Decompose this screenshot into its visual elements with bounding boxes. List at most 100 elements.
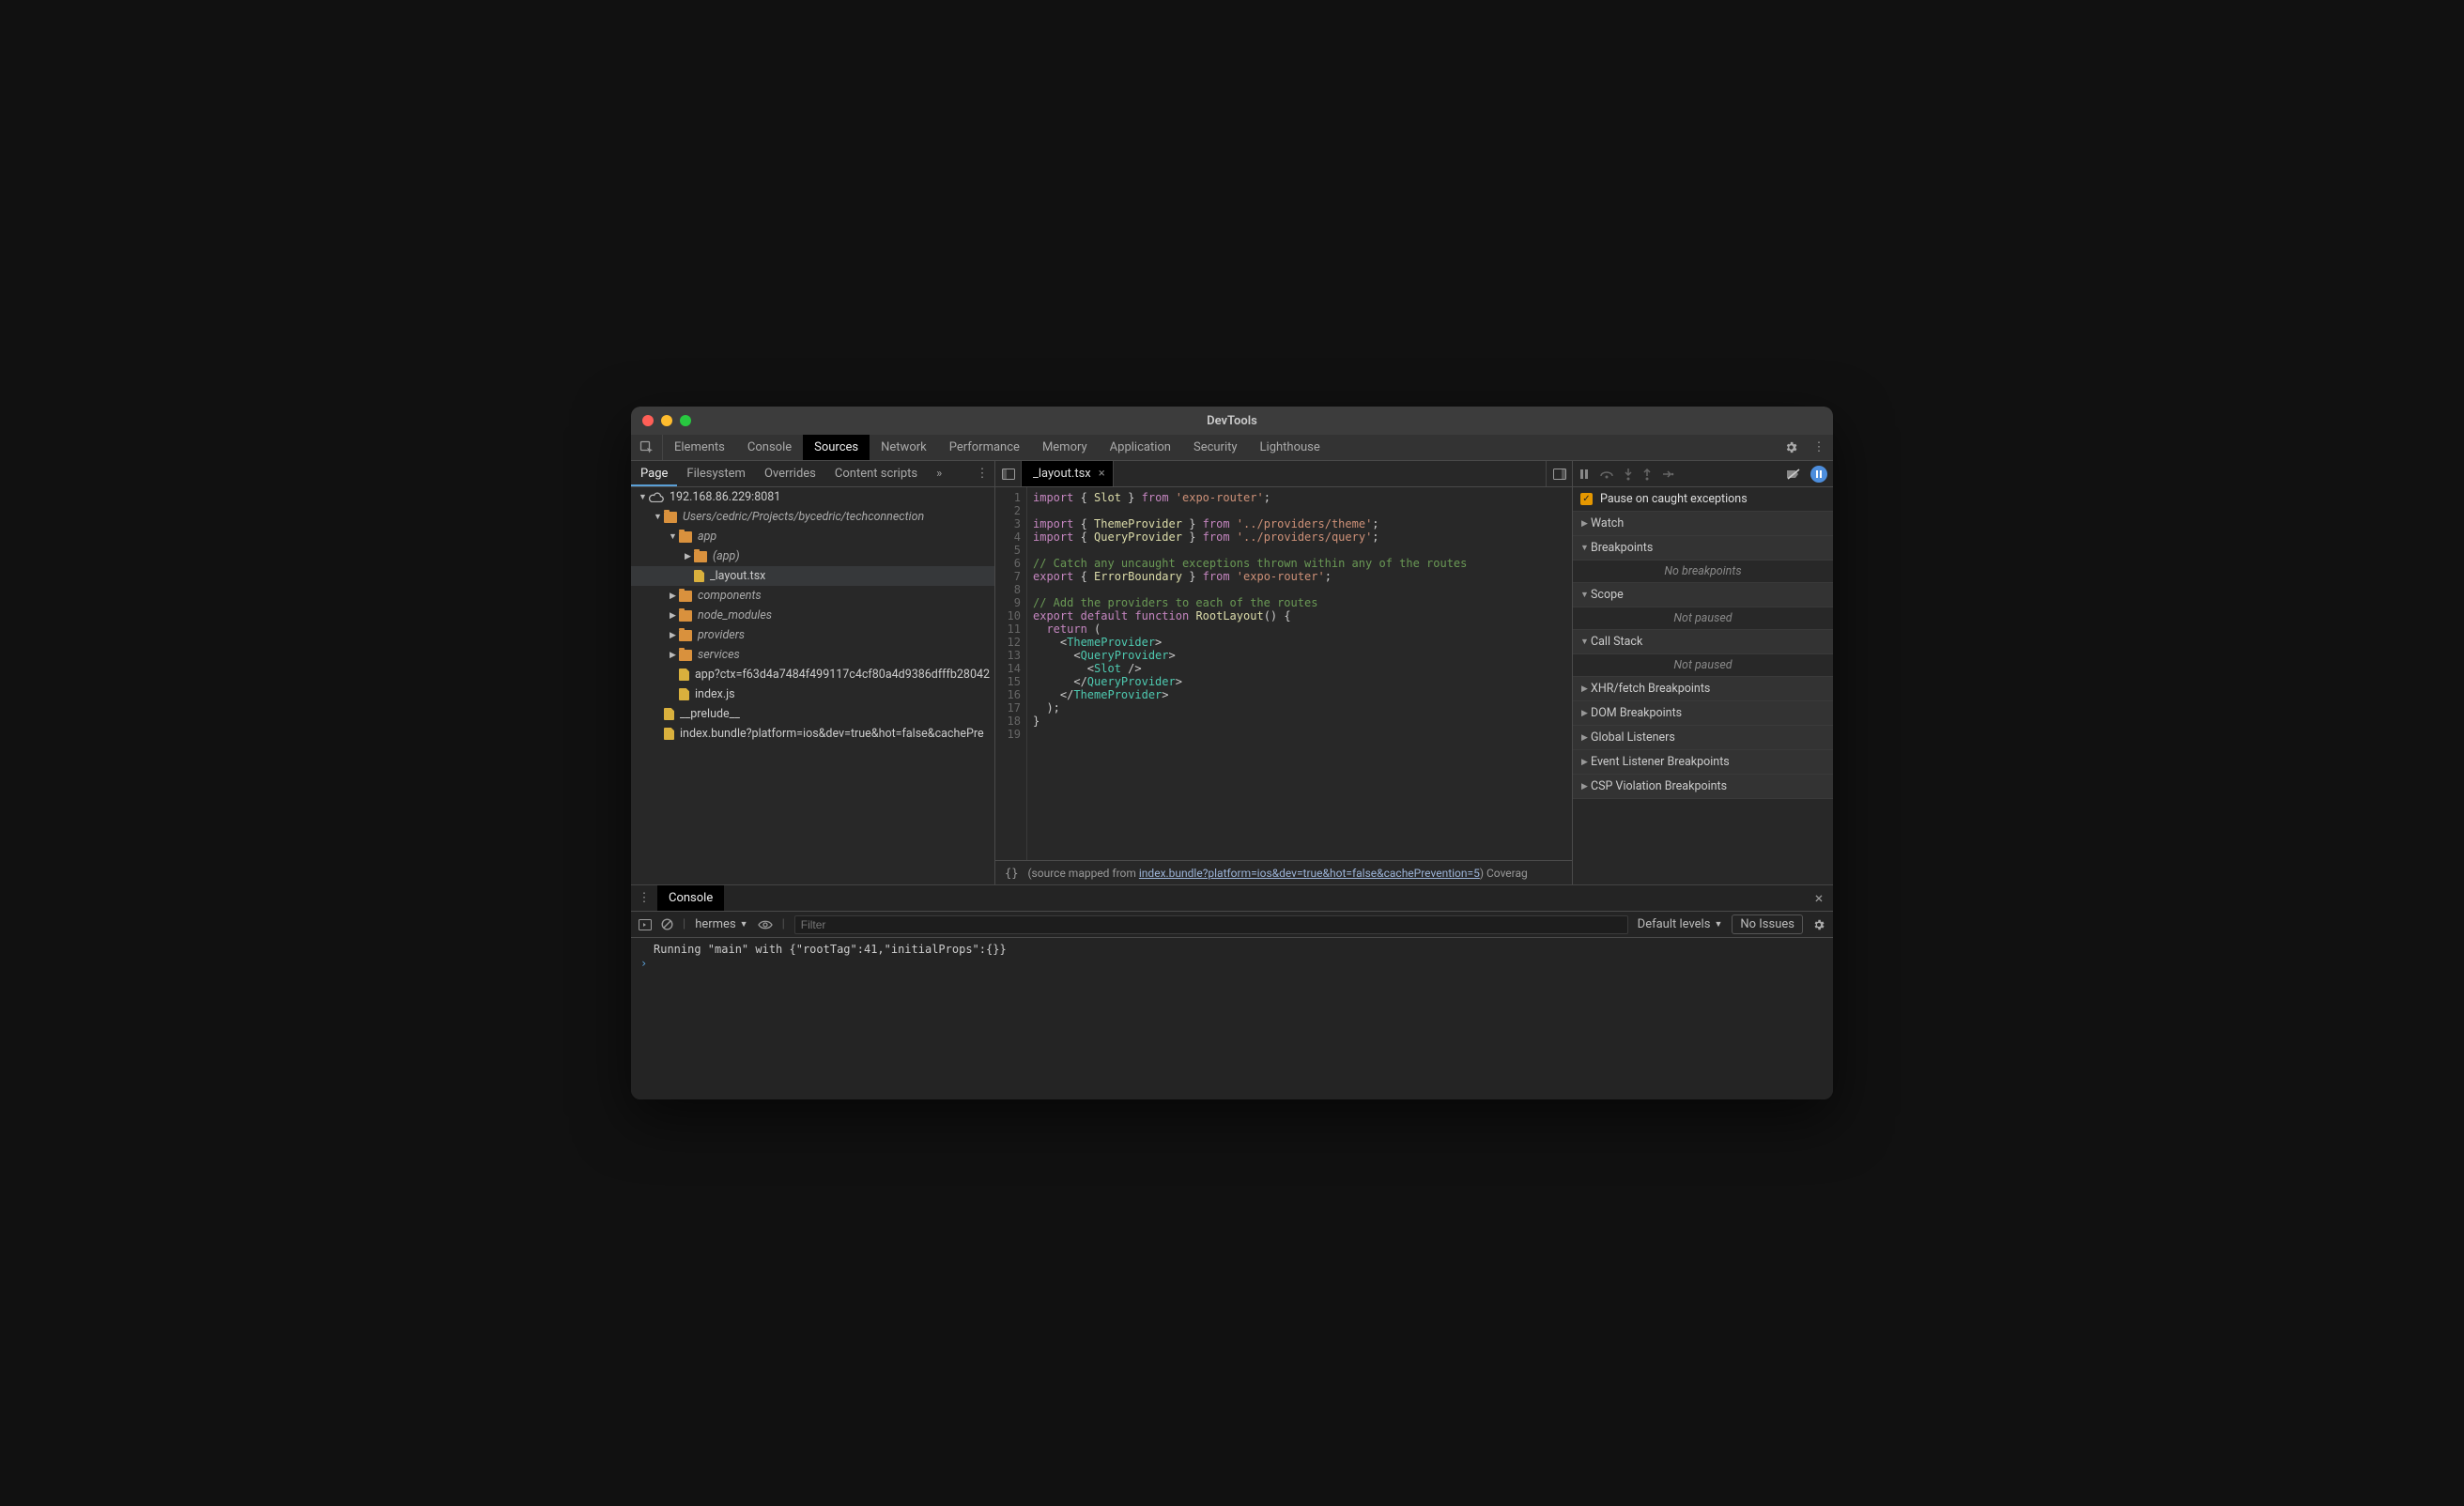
console-settings-button[interactable] [1812,918,1825,931]
folder-icon [679,591,692,602]
sources-panel: PageFilesystemOverridesContent scripts »… [631,461,1833,885]
main-tab-elements[interactable]: Elements [663,435,736,460]
navigator-tab-filesystem[interactable]: Filesystem [677,461,755,486]
file-icon [664,728,674,740]
event-bp-section[interactable]: ▶Event Listener Breakpoints [1573,750,1833,775]
tree-item-label: index.js [695,687,735,701]
tree-item-label: services [698,648,740,662]
dom-bp-section[interactable]: ▶DOM Breakpoints [1573,701,1833,726]
maximize-window-button[interactable] [680,415,691,426]
tree-item-label: node_modules [698,608,772,622]
execution-context-selector[interactable]: hermes▼ [695,917,747,931]
tree-item-label: Users/cedric/Projects/bycedric/techconne… [683,510,924,524]
step-into-button[interactable] [1624,468,1633,481]
drawer-tab-console[interactable]: Console [657,885,724,911]
step-button[interactable] [1661,469,1674,480]
tree-file-index-js[interactable]: index.js [631,684,994,704]
navigator-tab-overrides[interactable]: Overrides [755,461,825,486]
step-out-button[interactable] [1642,468,1652,481]
tree-folder-components[interactable]: ▶components [631,586,994,606]
clear-console-button[interactable] [661,918,673,930]
main-tab-lighthouse[interactable]: Lighthouse [1249,435,1332,460]
tree-file-prelude[interactable]: __prelude__ [631,704,994,724]
drawer-menu-button[interactable]: ⋮ [631,885,657,911]
tree-item-label: (app) [713,549,740,563]
source-map-link[interactable]: index.bundle?platform=ios&dev=true&hot=f… [1139,867,1480,880]
watch-section[interactable]: ▶Watch [1573,512,1833,536]
editor-pane: _layout.tsx × 12345678910111213141516171… [995,461,1572,884]
file-tree: ▼192.168.86.229:8081▼Users/cedric/Projec… [631,487,994,884]
breakpoints-section[interactable]: ▼Breakpoints [1573,536,1833,561]
pause-button[interactable] [1578,469,1590,480]
inspect-element-button[interactable] [631,435,663,460]
tree-origin[interactable]: ▼192.168.86.229:8081 [631,487,994,507]
tree-item-label: 192.168.86.229:8081 [670,490,780,504]
navigator-pane: PageFilesystemOverridesContent scripts »… [631,461,995,884]
pause-on-caught-row[interactable]: ✓ Pause on caught exceptions [1573,487,1833,512]
tree-item-label: app?ctx=f63d4a7484f499117c4cf80a4d9386df… [695,668,990,682]
toggle-navigator-button[interactable] [995,461,1022,486]
tree-folder-providers[interactable]: ▶providers [631,625,994,645]
console-prompt-icon: › [631,957,1833,970]
tree-folder-app-group[interactable]: ▶(app) [631,546,994,566]
toggle-debugger-button[interactable] [1546,461,1572,486]
close-tab-icon[interactable]: × [1099,467,1105,481]
pause-on-caught-label: Pause on caught exceptions [1600,492,1748,506]
pretty-print-icon[interactable]: {} [1005,867,1018,880]
main-tab-security[interactable]: Security [1182,435,1249,460]
navigator-menu[interactable]: ⋮ [970,467,994,481]
editor-tab-layout[interactable]: _layout.tsx × [1022,461,1114,486]
pause-on-exceptions-button[interactable] [1810,466,1827,483]
main-tab-performance[interactable]: Performance [938,435,1031,460]
console-output[interactable]: Running "main" with {"rootTag":41,"initi… [631,938,1833,1099]
cloud-icon [649,492,664,502]
deactivate-breakpoints-button[interactable] [1786,468,1801,481]
tree-item-label: __prelude__ [680,707,740,721]
main-tab-console[interactable]: Console [736,435,803,460]
main-tab-memory[interactable]: Memory [1031,435,1099,460]
navigator-tab-page[interactable]: Page [631,461,677,486]
tree-file-bundle[interactable]: index.bundle?platform=ios&dev=true&hot=f… [631,724,994,744]
live-expression-button[interactable] [758,919,773,930]
main-tab-sources[interactable]: Sources [803,435,870,460]
call-stack-section[interactable]: ▼Call Stack [1573,630,1833,654]
navigator-tab-content-scripts[interactable]: Content scripts [825,461,927,486]
scope-section[interactable]: ▼Scope [1573,583,1833,607]
line-gutter: 12345678910111213141516171819 [995,487,1027,860]
tree-folder-node-modules[interactable]: ▶node_modules [631,606,994,625]
settings-button[interactable] [1777,435,1805,460]
issues-button[interactable]: No Issues [1732,914,1803,934]
editor-tab-label: _layout.tsx [1033,467,1091,481]
navigator-tabs: PageFilesystemOverridesContent scripts »… [631,461,994,487]
code-editor[interactable]: 12345678910111213141516171819 import { S… [995,487,1572,860]
file-icon [694,570,704,582]
folder-icon [664,512,677,523]
tree-folder-app[interactable]: ▼app [631,527,994,546]
minimize-window-button[interactable] [661,415,672,426]
global-listeners-section[interactable]: ▶Global Listeners [1573,726,1833,750]
csp-bp-section[interactable]: ▶CSP Violation Breakpoints [1573,775,1833,799]
tree-folder-services[interactable]: ▶services [631,645,994,665]
tree-item-label: app [698,530,716,544]
main-tab-application[interactable]: Application [1099,435,1182,460]
console-sidebar-toggle[interactable] [639,919,652,930]
tree-item-label: providers [698,628,745,642]
log-levels-selector[interactable]: Default levels▼ [1638,917,1723,931]
main-tab-network[interactable]: Network [870,435,938,460]
console-filter-input[interactable] [794,915,1628,934]
step-over-button[interactable] [1599,469,1614,480]
editor-tabs: _layout.tsx × [995,461,1572,487]
window-controls [642,415,691,426]
tree-file-layout[interactable]: _layout.tsx [631,566,994,586]
tree-file-app-ctx-f63d[interactable]: app?ctx=f63d4a7484f499117c4cf80a4d9386df… [631,665,994,684]
console-drawer: ⋮ Console × | hermes▼ | Default levels▼ … [631,885,1833,1099]
more-menu-button[interactable]: ⋮ [1805,435,1833,460]
devtools-window: DevTools ElementsConsoleSourcesNetworkPe… [631,407,1833,1099]
console-toolbar: | hermes▼ | Default levels▼ No Issues [631,912,1833,938]
debugger-toolbar [1573,461,1833,487]
xhr-bp-section[interactable]: ▶XHR/fetch Breakpoints [1573,677,1833,701]
tree-root-path[interactable]: ▼Users/cedric/Projects/bycedric/techconn… [631,507,994,527]
close-window-button[interactable] [642,415,654,426]
close-drawer-button[interactable]: × [1805,885,1833,911]
navigator-more-tabs[interactable]: » [927,467,951,481]
